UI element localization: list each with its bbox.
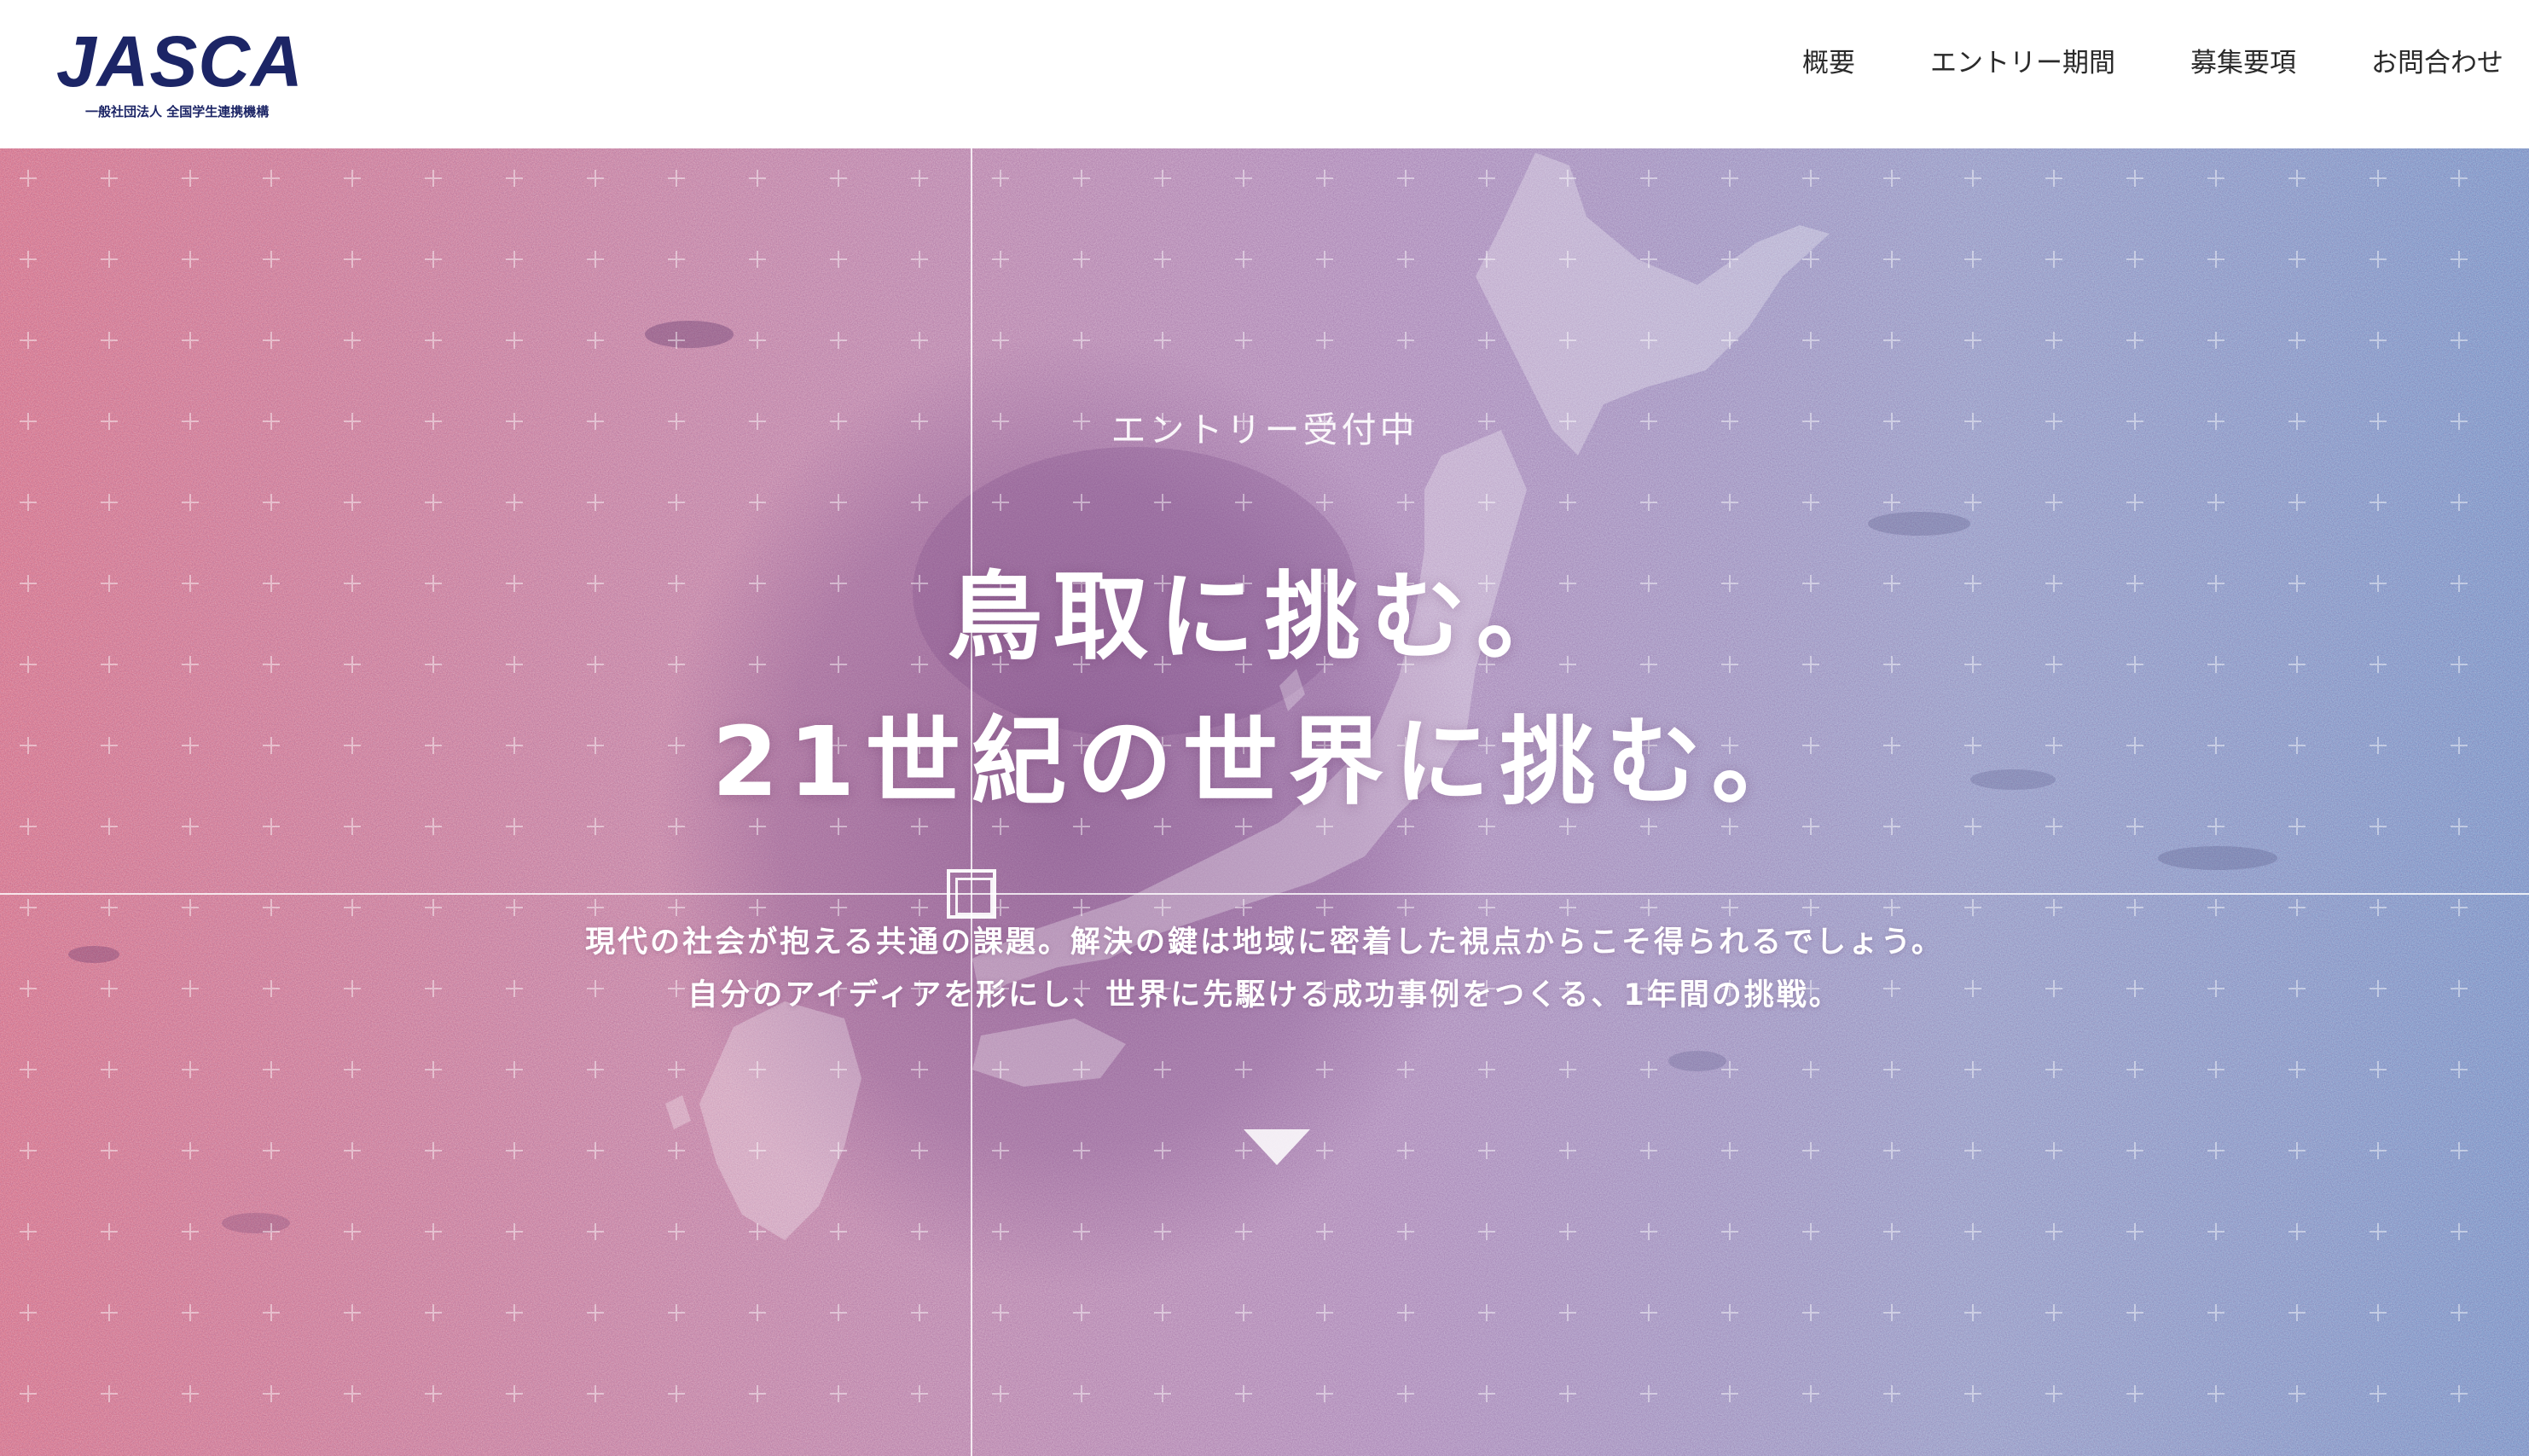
entry-status-label: エントリー受付中 [1111,409,1418,450]
nav-item-overview[interactable]: 概要 [1802,44,1855,82]
hero-description-line2: 自分のアイディアを形にし、世界に先駆ける成功事例をつくる、1年間の挑戦。 [687,978,1842,1012]
horizontal-guide-line [0,893,2529,895]
site-header: JASCA 一般社団法人 全国学生連携機構 概要 エントリー期間 募集要項 お問… [0,0,2529,148]
nav-item-requirements[interactable]: 募集要項 [2190,44,2296,82]
jasca-logo[interactable]: JASCA 一般社団法人 全国学生連携機構 [56,21,304,119]
logo-subtitle: 一般社団法人 全国学生連携機構 [85,104,270,119]
triangle-down-icon[interactable] [1244,1129,1310,1165]
hero-description-line1: 現代の社会が抱える共通の課題。解決の鍵は地域に密着した視点からこそ得られるでしょ… [585,925,1944,960]
nav-item-entry-period[interactable]: エントリー期間 [1930,44,2115,82]
main-nav: 概要 エントリー期間 募集要項 お問合わせ [1802,44,2503,82]
nav-item-contact[interactable]: お問合わせ [2371,44,2503,82]
hero-title-line1: 鳥取に挑む。 [947,562,1582,673]
square-marker-icon [947,869,996,919]
logo-wordmark: JASCA [56,21,304,102]
hero-section: エントリー受付中 鳥取に挑む。 21世紀の世界に挑む。 現代の社会が抱える共通の… [0,148,2529,1456]
hero-title-line2: 21世紀の世界に挑む。 [711,707,1818,818]
